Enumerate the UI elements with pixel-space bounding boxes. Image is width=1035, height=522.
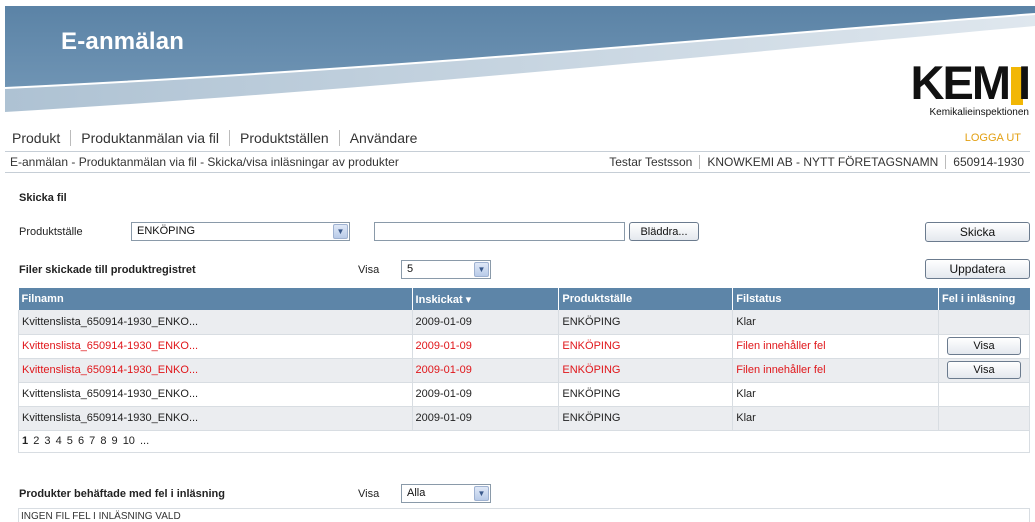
chevron-down-icon: ▼ <box>474 262 489 277</box>
header: E-anmälan KEM I Kemikalieinspektionen <box>5 6 1035 124</box>
page-link-9[interactable]: 9 <box>112 435 118 447</box>
site-select[interactable]: ENKÖPING ▼ <box>131 222 350 241</box>
app-title: E-anmälan <box>61 28 185 55</box>
errors-show-value: Alla <box>407 487 426 499</box>
page-link-8[interactable]: 8 <box>100 435 106 447</box>
column-header-filstatus[interactable]: Filstatus <box>732 288 939 310</box>
cell-site: ENKÖPING <box>558 358 734 383</box>
logo-word-last: I <box>1009 59 1031 106</box>
user-info: Testar Testsson KNOWKEMI AB - NYTT FÖRET… <box>602 155 1024 169</box>
cell-status: Klar <box>732 382 939 407</box>
files-show-value: 5 <box>407 263 414 275</box>
errors-empty-message: INGEN FIL FEL I INLÄSNING VALD <box>18 508 1030 522</box>
breadcrumb-bar: E-anmälan - Produktanmälan via fil - Ski… <box>5 151 1030 173</box>
cell-filename: Kvittenslista_650914-1930_ENKO... <box>18 334 413 359</box>
table-row: Kvittenslista_650914-1930_ENKO... 2009-0… <box>18 334 1031 359</box>
cell-status: Filen innehåller fel <box>732 358 939 383</box>
logout-link[interactable]: LOGGA UT <box>965 132 1021 144</box>
files-table: Filnamn Inskickat ▾ Produktställe Filsta… <box>18 288 1031 453</box>
cell-date: 2009-01-09 <box>412 382 560 407</box>
cell-filename: Kvittenslista_650914-1930_ENKO... <box>18 406 413 431</box>
send-button[interactable]: Skicka <box>925 222 1030 242</box>
kemi-logo: KEM I Kemikalieinspektionen <box>911 59 1031 118</box>
page-link-6[interactable]: 6 <box>78 435 84 447</box>
main-nav: Produkt Produktanmälan via fil Produktst… <box>12 129 427 147</box>
user-id: 650914-1930 <box>953 155 1024 169</box>
visa-errors-button[interactable]: Visa <box>946 361 1021 379</box>
cell-status: Klar <box>732 406 939 431</box>
site-select-value: ENKÖPING <box>137 225 196 237</box>
cell-status: Filen innehåller fel <box>732 334 939 359</box>
cell-filename: Kvittenslista_650914-1930_ENKO... <box>18 310 413 335</box>
column-header-fel-i-inlasning[interactable]: Fel i inläsning <box>938 288 1030 310</box>
files-show-label: Visa <box>358 264 380 276</box>
file-path-input[interactable] <box>374 222 625 241</box>
refresh-button[interactable]: Uppdatera <box>925 259 1030 279</box>
user-company: KNOWKEMI AB - NYTT FÖRETAGSNAMN <box>700 155 947 169</box>
chevron-down-icon: ▼ <box>474 486 489 501</box>
visa-errors-button[interactable]: Visa <box>946 337 1021 355</box>
cell-date: 2009-01-09 <box>412 358 560 383</box>
files-show-select[interactable]: 5 ▼ <box>401 260 491 279</box>
errors-show-label: Visa <box>358 488 380 500</box>
header-banner <box>5 6 1035 112</box>
cell-site: ENKÖPING <box>558 310 734 335</box>
chevron-down-icon: ▼ <box>333 224 348 239</box>
send-file-title: Skicka fil <box>19 192 67 204</box>
breadcrumb: E-anmälan - Produktanmälan via fil - Ski… <box>10 155 399 169</box>
pagination-row: 1 2 3 4 5 6 7 8 9 10 ... <box>18 430 1030 453</box>
cell-site: ENKÖPING <box>558 406 734 431</box>
cell-action <box>938 382 1031 407</box>
cell-date: 2009-01-09 <box>412 310 560 335</box>
page-link-5[interactable]: 5 <box>67 435 73 447</box>
site-label: Produktställe <box>19 226 83 238</box>
page-link-2[interactable]: 2 <box>33 435 39 447</box>
cell-status: Klar <box>732 310 939 335</box>
page-link-3[interactable]: 3 <box>44 435 50 447</box>
cell-date: 2009-01-09 <box>412 334 560 359</box>
page-link-7[interactable]: 7 <box>89 435 95 447</box>
table-row: Kvittenslista_650914-1930_ENKO... 2009-0… <box>18 382 1031 407</box>
table-header-row: Filnamn Inskickat ▾ Produktställe Filsta… <box>18 288 1030 310</box>
logo-word: KEM <box>910 56 1011 109</box>
pagination: 1 2 3 4 5 6 7 8 9 10 ... <box>18 430 1030 453</box>
table-row: Kvittenslista_650914-1930_ENKO... 2009-0… <box>18 358 1031 383</box>
cell-site: ENKÖPING <box>558 382 734 407</box>
cell-date: 2009-01-09 <box>412 406 560 431</box>
column-header-filnamn[interactable]: Filnamn <box>18 288 413 310</box>
cell-site: ENKÖPING <box>558 334 734 359</box>
cell-action <box>938 406 1031 431</box>
nav-item-produktstallen[interactable]: Produktställen <box>230 130 340 146</box>
nav-item-anvandare[interactable]: Användare <box>340 130 428 146</box>
nav-item-produktanmalan-via-fil[interactable]: Produktanmälan via fil <box>71 130 230 146</box>
cell-filename: Kvittenslista_650914-1930_ENKO... <box>18 382 413 407</box>
page-link-1[interactable]: 1 <box>22 435 28 447</box>
cell-filename: Kvittenslista_650914-1930_ENKO... <box>18 358 413 383</box>
errors-show-select[interactable]: Alla ▼ <box>401 484 491 503</box>
cell-action: Visa <box>938 334 1031 359</box>
user-name: Testar Testsson <box>602 155 701 169</box>
table-row: Kvittenslista_650914-1930_ENKO... 2009-0… <box>18 406 1031 431</box>
table-row: Kvittenslista_650914-1930_ENKO... 2009-0… <box>18 310 1031 335</box>
page-link-more[interactable]: ... <box>140 435 149 447</box>
cell-action: Visa <box>938 358 1031 383</box>
browse-button[interactable]: Bläddra... <box>629 222 699 241</box>
page-link-10[interactable]: 10 <box>123 435 135 447</box>
column-header-produktstalle[interactable]: Produktställe <box>558 288 734 310</box>
column-header-inskickat[interactable]: Inskickat ▾ <box>412 288 560 310</box>
cell-action <box>938 310 1031 335</box>
page-link-4[interactable]: 4 <box>56 435 62 447</box>
files-title: Filer skickade till produktregistret <box>19 264 196 276</box>
errors-title: Produkter behäftade med fel i inläsning <box>19 488 225 500</box>
nav-item-produkt[interactable]: Produkt <box>12 130 72 146</box>
